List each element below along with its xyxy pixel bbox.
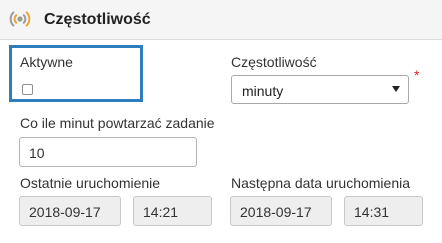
chevron-down-icon bbox=[392, 86, 400, 92]
section-title: Częstotliwość bbox=[44, 11, 151, 28]
interval-input[interactable]: 10 bbox=[19, 137, 197, 167]
frequency-select[interactable]: minuty bbox=[231, 75, 409, 104]
frequency-label: Częstotliwość bbox=[231, 54, 317, 70]
last-run-date-value: 2018-09-17 bbox=[29, 204, 101, 220]
next-run-date-field: 2018-09-17 bbox=[230, 196, 332, 226]
interval-label: Co ile minut powtarzać zadanie bbox=[20, 115, 215, 131]
active-checkbox[interactable] bbox=[22, 84, 33, 95]
next-run-date-value: 2018-09-17 bbox=[240, 204, 312, 220]
active-label: Aktywne bbox=[20, 54, 73, 70]
last-run-time-value: 14:21 bbox=[143, 204, 179, 220]
last-run-time-field: 14:21 bbox=[133, 196, 212, 226]
interval-input-value: 10 bbox=[29, 145, 45, 161]
last-run-date-field: 2018-09-17 bbox=[19, 196, 121, 226]
next-run-label: Następna data uruchomienia bbox=[231, 175, 411, 191]
required-indicator: * bbox=[414, 67, 420, 83]
broadcast-icon bbox=[9, 11, 31, 27]
section-header: Częstotliwość bbox=[0, 0, 442, 40]
next-run-time-field: 14:31 bbox=[344, 196, 423, 226]
last-run-label: Ostatnie uruchomienie bbox=[20, 175, 161, 191]
next-run-time-value: 14:31 bbox=[354, 204, 390, 220]
frequency-select-value: minuty bbox=[242, 83, 284, 99]
